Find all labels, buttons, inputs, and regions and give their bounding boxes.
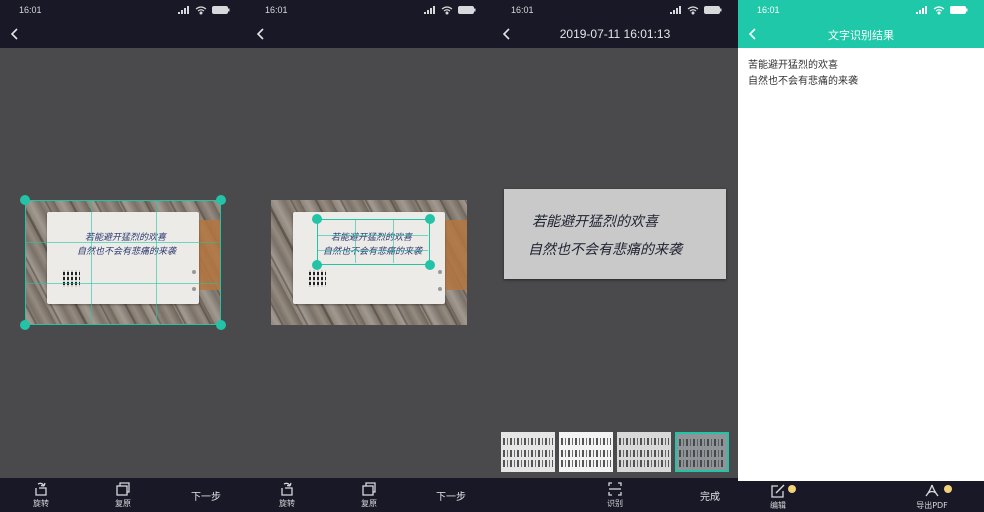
bottom-toolbar: 旋转 复原 下一步 — [0, 478, 246, 512]
export-badge-dot — [944, 485, 952, 493]
pdf-icon — [925, 484, 939, 497]
status-bar: 16:01 — [0, 0, 246, 20]
back-arrow-icon[interactable] — [254, 26, 268, 42]
handwriting-line-1: 若能避开猛烈的欢喜 — [532, 214, 658, 230]
status-time: 16:01 — [511, 5, 534, 15]
recognize-label: 识别 — [607, 499, 623, 508]
edit-badge-dot — [788, 485, 796, 493]
top-bar: 16:01 2019-07-11 16:01:13 — [492, 0, 738, 48]
filter-thumbnail[interactable] — [617, 432, 671, 472]
crop-handle-top-right[interactable] — [425, 214, 435, 224]
filter-thumbnail[interactable] — [501, 432, 555, 472]
crop-handle-bottom-right[interactable] — [425, 260, 435, 270]
done-button[interactable]: 完成 — [700, 488, 720, 503]
crop-grid-line — [318, 235, 428, 236]
status-icons — [422, 5, 482, 15]
bottom-toolbar: 编辑 导出PDF — [738, 481, 984, 512]
bottom-toolbar: 旋转 复原 下一步 — [246, 478, 492, 512]
status-bar: 16:01 — [246, 0, 492, 20]
cropped-document: 若能避开猛烈的欢喜 自然也不会有悲痛的来袭 — [504, 189, 726, 279]
battery-icon — [212, 6, 230, 14]
crop-grid-line — [318, 250, 428, 251]
bottom-toolbar: 识别 完成 — [492, 478, 738, 512]
export-pdf-label: 导出PDF — [916, 501, 948, 510]
recognized-line-1: 苦能避开猛烈的欢喜 — [748, 60, 838, 71]
status-icons — [914, 5, 974, 15]
edit-icon — [771, 484, 785, 498]
crop-grid-line — [355, 220, 356, 263]
crop-screen-2: 16:01 若能避开猛烈的欢喜 自然也不会有悲痛的来袭 旋转 复原 下一步 — [246, 0, 492, 512]
signal-icon — [178, 6, 189, 14]
battery-icon — [458, 6, 476, 14]
recognize-icon — [608, 482, 622, 496]
restore-label: 复原 — [115, 499, 131, 508]
back-arrow-icon[interactable] — [8, 26, 22, 42]
status-time: 16:01 — [757, 5, 780, 15]
status-time: 16:01 — [19, 5, 42, 15]
crop-grid-line — [393, 220, 394, 263]
edit-label: 编辑 — [770, 501, 786, 510]
rotate-label: 旋转 — [279, 499, 295, 508]
crop-handle-top-right[interactable] — [216, 195, 226, 205]
rotate-button[interactable]: 旋转 — [267, 481, 307, 511]
rotate-label: 旋转 — [33, 499, 49, 508]
wifi-icon — [441, 6, 453, 15]
signal-icon — [670, 6, 681, 14]
crop-grid-line — [26, 242, 219, 243]
top-bar: 16:01 — [246, 0, 492, 48]
crop-handle-bottom-left[interactable] — [20, 320, 30, 330]
wifi-icon — [933, 6, 945, 15]
wifi-icon — [687, 6, 699, 15]
recognized-line-2: 自然也不会有悲痛的来袭 — [748, 76, 858, 87]
recognize-button[interactable]: 识别 — [595, 481, 635, 511]
recognized-text[interactable]: 苦能避开猛烈的欢喜 自然也不会有悲痛的来袭 — [748, 58, 978, 90]
crop-handle-bottom-right[interactable] — [216, 320, 226, 330]
crop-frame[interactable] — [25, 200, 221, 325]
restore-label: 复原 — [361, 499, 377, 508]
page-title: 文字识别结果 — [828, 30, 894, 42]
filter-thumbnail-selected[interactable] — [675, 432, 729, 472]
page-title: 2019-07-11 16:01:13 — [559, 27, 671, 41]
crop-handle-top-left[interactable] — [20, 195, 30, 205]
signal-icon — [916, 6, 927, 14]
card-hole — [438, 270, 442, 274]
rotate-icon — [281, 482, 293, 496]
wifi-icon — [195, 6, 207, 15]
restore-button[interactable]: 复原 — [103, 481, 143, 511]
crop-grid-line — [26, 283, 219, 284]
signal-icon — [424, 6, 435, 14]
crop-handle-bottom-left[interactable] — [312, 260, 322, 270]
rotate-button[interactable]: 旋转 — [21, 481, 61, 511]
status-time: 16:01 — [265, 5, 288, 15]
card-hole — [438, 287, 442, 291]
status-bar: 16:01 — [738, 0, 984, 20]
next-step-button[interactable]: 下一步 — [436, 488, 466, 503]
preview-screen: 16:01 2019-07-11 16:01:13 若能避开猛烈的欢喜 自然也不… — [492, 0, 738, 512]
crop-handle-top-left[interactable] — [312, 214, 322, 224]
crop-grid-line — [91, 201, 92, 323]
restore-icon — [116, 482, 130, 496]
status-icons — [668, 5, 728, 15]
top-bar: 16:01 — [0, 0, 246, 48]
handwriting-line-2: 自然也不会有悲痛的来袭 — [528, 242, 682, 258]
status-icons — [176, 5, 236, 15]
filter-thumbnails — [492, 432, 738, 472]
crop-grid-line — [156, 201, 157, 323]
battery-icon — [704, 6, 722, 14]
result-screen: 16:01 文字识别结果 苦能避开猛烈的欢喜 自然也不会有悲痛的来袭 编辑 导出… — [738, 0, 984, 512]
restore-button[interactable]: 复原 — [349, 481, 389, 511]
next-step-button[interactable]: 下一步 — [191, 488, 221, 503]
filter-thumbnail[interactable] — [559, 432, 613, 472]
battery-icon — [950, 6, 968, 14]
qr-code — [309, 270, 326, 287]
rotate-icon — [35, 482, 47, 496]
top-bar: 16:01 文字识别结果 — [738, 0, 984, 48]
restore-icon — [362, 482, 376, 496]
crop-screen: 16:01 若能避开猛烈的欢喜 自然也不会有悲痛的来袭 旋转 复原 下一步 — [0, 0, 246, 512]
status-bar: 16:01 — [492, 0, 738, 20]
crop-frame[interactable] — [317, 219, 430, 265]
